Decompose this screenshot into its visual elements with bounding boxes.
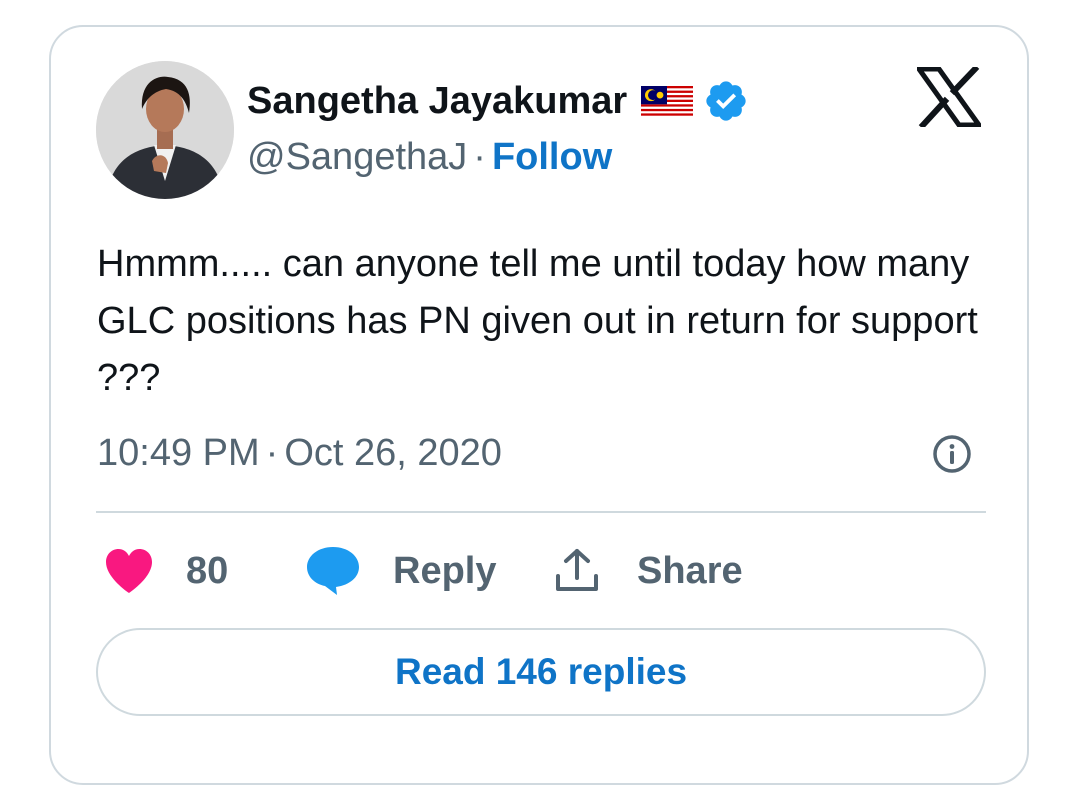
author-display-name-row[interactable]: Sangetha Jayakumar	[247, 78, 749, 124]
avatar[interactable]	[96, 61, 234, 199]
tweet-text: Hmmm..... can anyone tell me until today…	[97, 243, 978, 399]
author-display-name[interactable]: Sangetha Jayakumar	[247, 80, 627, 123]
read-replies-button[interactable]: Read 146 replies	[96, 628, 986, 716]
like-count: 80	[186, 549, 229, 592]
follow-button[interactable]: Follow	[492, 136, 612, 178]
like-button[interactable]: 80	[104, 545, 228, 597]
info-icon[interactable]	[932, 434, 972, 474]
share-upload-icon	[556, 549, 598, 591]
speech-bubble-icon	[307, 547, 359, 595]
author-handle-row: @SangethaJ · Follow	[247, 136, 612, 179]
tweet-date[interactable]: Oct 26, 2020	[284, 432, 502, 474]
reply-label: Reply	[393, 549, 497, 592]
share-button[interactable]: Share	[553, 545, 743, 597]
share-label: Share	[637, 549, 743, 592]
tweet-time[interactable]: 10:49 PM	[97, 432, 260, 474]
author-handle[interactable]: @SangethaJ	[247, 136, 467, 178]
separator-dot: ·	[473, 136, 486, 178]
malaysia-flag-icon	[641, 85, 694, 118]
reply-button[interactable]: Reply	[305, 545, 496, 597]
divider	[96, 511, 986, 513]
separator-dot: ·	[265, 432, 279, 474]
x-logo-icon[interactable]	[914, 64, 984, 130]
read-replies-label: Read 146 replies	[394, 651, 688, 692]
tweet-timestamp[interactable]: 10:49 PM · Oct 26, 2020	[97, 432, 502, 475]
verified-badge-icon	[703, 78, 749, 124]
heart-icon	[106, 549, 152, 593]
